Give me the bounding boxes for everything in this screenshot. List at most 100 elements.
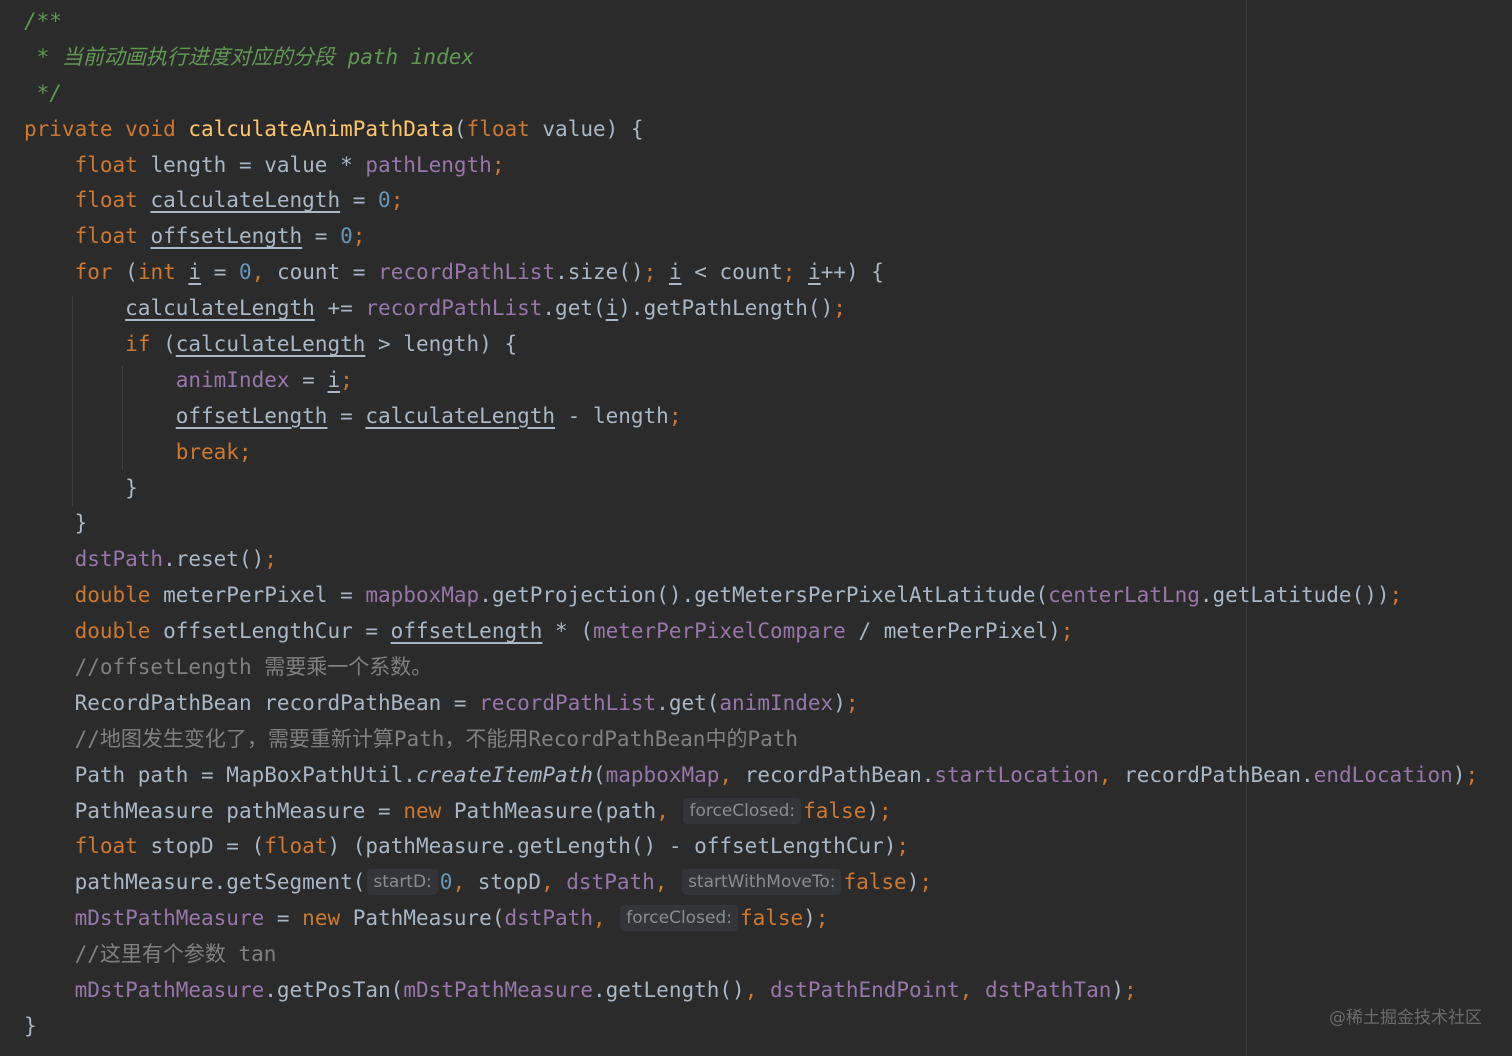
code-token: ; <box>390 188 404 213</box>
code-token: 0 <box>378 188 391 213</box>
code-token: ; <box>845 690 859 715</box>
code-token: , <box>1098 762 1125 787</box>
code-token: double <box>74 583 164 608</box>
code-line[interactable]: Path path = MapBoxPathUtil.createItemPat… <box>24 758 1479 794</box>
code-token: //这里有个参数 tan <box>74 942 277 967</box>
code-line[interactable]: RecordPathBean recordPathBean = recordPa… <box>24 686 1478 722</box>
code-token: dstPathTan <box>984 978 1112 1003</box>
code-token: mDstPathMeasure <box>74 978 265 1003</box>
code-line[interactable]: calculateLength += recordPathList.get(i)… <box>24 291 1478 327</box>
code-line[interactable]: dstPath.reset(); <box>24 542 1478 578</box>
code-line[interactable]: double offsetLengthCur = offsetLength * … <box>24 614 1478 650</box>
code-line[interactable]: float stopD = (float) (pathMeasure.getLe… <box>24 829 1478 865</box>
code-token: , <box>251 260 277 285</box>
code-token: 0 <box>238 260 252 285</box>
code-line[interactable]: } <box>24 506 1478 542</box>
code-line[interactable]: } <box>24 471 1478 507</box>
code-token: ; <box>833 296 846 321</box>
code-line[interactable]: offsetLength = calculateLength - length; <box>24 399 1478 435</box>
code-token: , <box>719 762 745 787</box>
code-token: } <box>24 1013 37 1038</box>
code-token: recordPathList <box>479 690 657 715</box>
code-line[interactable]: for (int i = 0, count = recordPathList.s… <box>24 255 1478 291</box>
code-line[interactable]: //offsetLength 需要乘一个系数。 <box>24 650 1478 686</box>
code-token: value) { <box>542 116 644 141</box>
code-token: //offsetLength 需要乘一个系数。 <box>74 655 433 680</box>
code-token: .get( <box>656 690 720 715</box>
code-line[interactable]: break; <box>24 435 1478 471</box>
code-token: , <box>592 906 619 931</box>
code-token: if <box>125 332 164 357</box>
code-line[interactable]: double meterPerPixel = mapboxMap.getProj… <box>24 578 1478 614</box>
code-token: dstPath <box>74 547 164 572</box>
code-token: , <box>452 870 478 895</box>
code-token: i <box>188 260 202 285</box>
code-token: break; <box>175 439 252 464</box>
code-token: += <box>314 296 366 321</box>
code-line[interactable]: * 当前动画执行进度对应的分段 path index <box>24 40 1478 76</box>
code-token: */ <box>24 80 62 105</box>
code-line[interactable]: PathMeasure pathMeasure = new PathMeasur… <box>24 794 1478 830</box>
parameter-hint: startD: <box>367 869 438 896</box>
code-line[interactable]: float calculateLength = 0; <box>24 183 1478 219</box>
code-token: mapboxMap <box>365 583 480 608</box>
code-token: 0 <box>439 870 453 895</box>
code-editor[interactable]: /** * 当前动画执行进度对应的分段 path index */ private… <box>0 0 1512 1056</box>
code-line[interactable]: */ <box>24 76 1478 112</box>
code-line[interactable]: if (calculateLength > length) { <box>24 327 1478 363</box>
watermark: @稀土掘金技术社区 <box>1329 1008 1482 1028</box>
code-line[interactable]: //地图发生变化了，需要重新计算Path，不能用RecordPathBean中的… <box>24 722 1478 758</box>
code-token: animIndex <box>719 690 834 715</box>
code-token: endLocation <box>1313 762 1453 787</box>
code-token: = <box>340 188 379 213</box>
code-token: ) <box>1452 762 1466 787</box>
code-token: .get( <box>542 296 606 321</box>
code-token: offsetLength <box>150 224 303 249</box>
code-token: ; <box>352 224 366 249</box>
code-line[interactable]: private void calculateAnimPathData(float… <box>24 112 1478 148</box>
code-line[interactable]: //这里有个参数 tan <box>24 937 1478 973</box>
code-token: stopD = ( <box>150 834 265 859</box>
code-token: ( <box>592 762 606 787</box>
code-token: , <box>656 798 682 823</box>
code-line[interactable]: } <box>24 1009 1478 1045</box>
code-line[interactable]: mDstPathMeasure.getPosTan(mDstPathMeasur… <box>24 973 1478 1009</box>
parameter-hint: startWithMoveTo: <box>682 869 842 896</box>
code-token: - length <box>555 403 669 428</box>
code-token: startLocation <box>934 762 1099 787</box>
code-token: = <box>302 224 341 249</box>
code-token: ) <box>866 798 879 823</box>
code-line[interactable]: pathMeasure.getSegment(startD: 0, stopD, … <box>24 865 1478 901</box>
code-token: ; <box>782 260 809 285</box>
code-token: ; <box>643 260 669 285</box>
code-token: PathMeasure( <box>352 906 505 931</box>
code-token: = <box>201 260 239 285</box>
code-token: } <box>74 511 88 536</box>
code-token: / meterPerPixel) <box>845 619 1061 644</box>
code-token: , <box>744 978 770 1003</box>
code-token: recordPathBean. <box>1124 762 1314 787</box>
code-line[interactable]: float offsetLength = 0; <box>24 219 1478 255</box>
code-token: pathLength <box>365 152 492 177</box>
code-line[interactable]: /** <box>24 4 1478 40</box>
code-token: centerLatLng <box>1048 583 1200 608</box>
code-line[interactable]: float length = value * pathLength; <box>24 148 1478 184</box>
code-token: float <box>466 116 543 141</box>
code-token: .getPosTan( <box>264 978 404 1003</box>
code-token: RecordPathBean recordPathBean = <box>74 690 480 715</box>
code-area[interactable]: /** * 当前动画执行进度对应的分段 path index */ private… <box>24 4 1478 1045</box>
parameter-hint: forceClosed: <box>620 905 738 932</box>
code-token: * ( <box>542 619 593 644</box>
code-token: i <box>808 260 821 285</box>
code-line[interactable]: mDstPathMeasure = new PathMeasure(dstPat… <box>24 901 1478 937</box>
code-token: false <box>739 906 804 931</box>
code-line[interactable]: animIndex = i; <box>24 363 1478 399</box>
code-token: ; <box>896 834 910 859</box>
